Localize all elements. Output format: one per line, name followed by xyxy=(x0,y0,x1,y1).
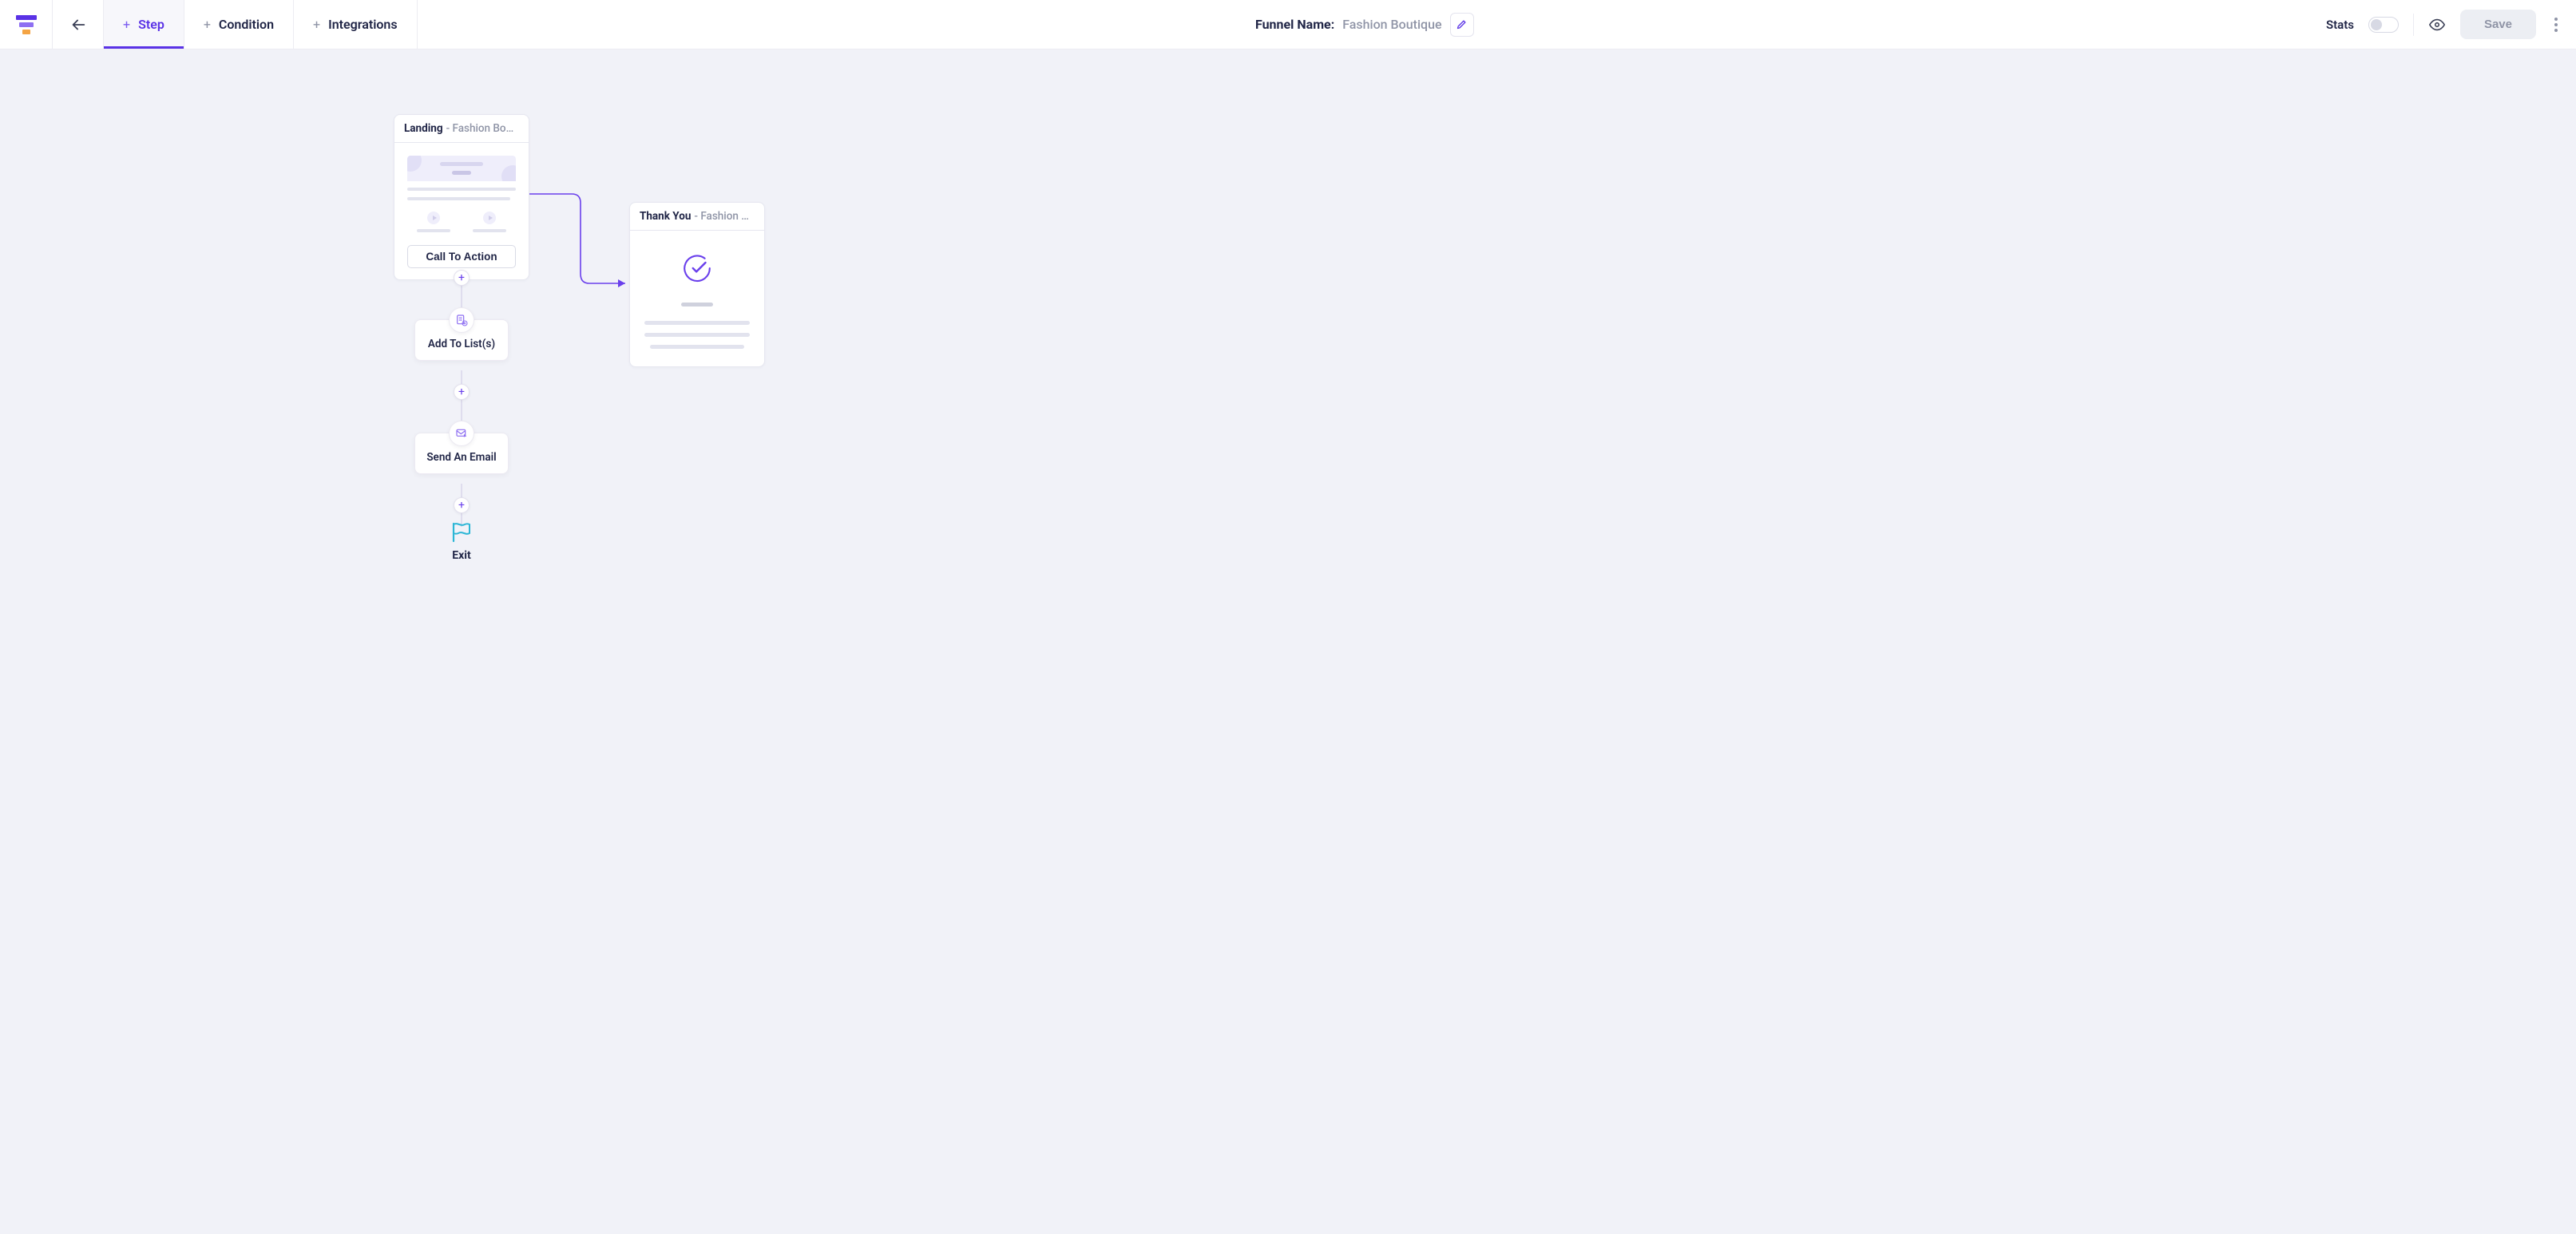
node-thank-you-page[interactable]: Thank You - Fashion Boutiq… xyxy=(629,202,765,367)
flag-icon xyxy=(450,522,473,543)
cta-button[interactable]: Call To Action xyxy=(407,245,516,268)
edit-funnel-name-button[interactable] xyxy=(1450,13,1474,37)
tab-step[interactable]: + Step xyxy=(104,0,184,49)
node-title: Landing xyxy=(404,122,443,135)
node-exit[interactable]: Exit xyxy=(437,522,486,562)
tab-condition[interactable]: + Condition xyxy=(184,0,294,49)
arrow-left-icon xyxy=(69,16,87,34)
app-logo xyxy=(0,0,53,49)
node-body: Call To Action xyxy=(394,143,529,279)
save-button[interactable]: Save xyxy=(2460,10,2536,39)
tab-integrations[interactable]: + Integrations xyxy=(294,0,418,49)
node-subtitle: - Fashion Boutiq… xyxy=(694,210,755,223)
pencil-icon xyxy=(1456,18,1468,30)
preview-button[interactable] xyxy=(2428,16,2446,34)
toolbar-right: Stats Save xyxy=(2312,0,2576,49)
add-step-button[interactable]: + xyxy=(454,270,470,286)
connectors-layer xyxy=(0,49,1278,688)
add-step-button[interactable]: + xyxy=(454,497,470,513)
node-header: Thank You - Fashion Boutiq… xyxy=(630,203,764,231)
node-body xyxy=(630,231,764,366)
plus-icon: + xyxy=(123,17,130,32)
back-button[interactable] xyxy=(53,0,104,49)
stats-toggle[interactable] xyxy=(2368,17,2399,33)
list-add-icon xyxy=(449,307,474,333)
exit-label: Exit xyxy=(437,549,486,562)
node-subtitle: - Fashion Boutiq… xyxy=(446,122,519,135)
plus-icon: + xyxy=(313,17,320,32)
node-label: Send An Email xyxy=(426,451,496,464)
plus-icon: + xyxy=(204,17,211,32)
top-toolbar: + Step + Condition + Integrations Funnel… xyxy=(0,0,2576,49)
tab-step-label: Step xyxy=(138,17,164,32)
divider xyxy=(2413,14,2414,36)
node-send-email[interactable]: Send An Email xyxy=(414,433,509,474)
more-menu-button[interactable] xyxy=(2550,17,2562,33)
kebab-icon xyxy=(2554,17,2558,33)
stats-label: Stats xyxy=(2326,18,2354,32)
funnel-logo-icon xyxy=(16,15,37,34)
funnel-canvas[interactable]: Landing - Fashion Boutiq… Call To Action… xyxy=(0,49,2576,1234)
node-landing-page[interactable]: Landing - Fashion Boutiq… Call To Action xyxy=(394,114,529,280)
tab-condition-label: Condition xyxy=(219,17,274,32)
funnel-name-label: Funnel Name: xyxy=(1255,17,1334,32)
node-title: Thank You xyxy=(640,210,691,223)
tab-integrations-label: Integrations xyxy=(328,17,397,32)
page-thumbnail xyxy=(407,156,516,232)
mail-icon xyxy=(449,421,474,446)
eye-icon xyxy=(2428,16,2446,34)
funnel-name-area: Funnel Name: Fashion Boutique xyxy=(418,0,2312,49)
node-label: Add To List(s) xyxy=(428,338,495,350)
node-add-to-list[interactable]: Add To List(s) xyxy=(414,319,509,361)
funnel-name-value: Fashion Boutique xyxy=(1342,17,1441,32)
checkmark-circle-icon xyxy=(680,251,714,285)
node-header: Landing - Fashion Boutiq… xyxy=(394,115,529,143)
add-step-button[interactable]: + xyxy=(454,384,470,400)
